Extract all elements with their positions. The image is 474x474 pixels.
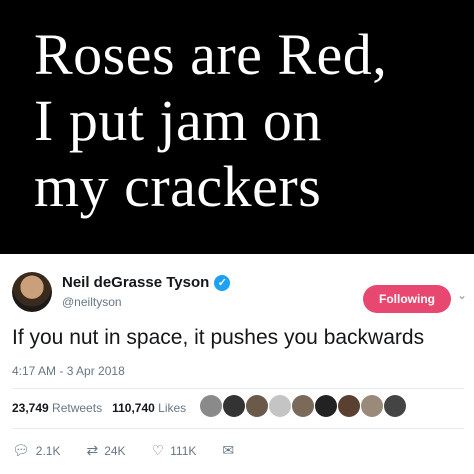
author-row: Neil deGrasse Tyson ✓ [62,274,231,291]
tweet-card: Neil deGrasse Tyson ✓ @neiltyson Followi… [0,254,474,474]
retweets-label[interactable]: Retweets [52,401,102,415]
like-button[interactable]: ♡ 111K [152,442,197,459]
envelope-icon: ✉ [222,442,235,458]
liker-avatar[interactable] [338,395,360,417]
heart-icon: ♡ [151,442,165,458]
meme-caption: Roses are Red, I put jam on my crackers [0,0,474,254]
author-name[interactable]: Neil deGrasse Tyson [62,274,209,291]
reply-button[interactable]: 💬︎ 2.1K [12,442,60,459]
tweet-stats: 23,749 Retweets 110,740 Likes [12,401,186,415]
caption-line-1: Roses are Red, [34,22,388,87]
liker-avatar[interactable] [361,395,383,417]
liker-avatar[interactable] [292,395,314,417]
retweet-count: 24K [104,443,126,458]
caption-line-3: my crackers [34,154,322,219]
author-handle[interactable]: @neiltyson [62,295,122,309]
liker-avatar[interactable] [246,395,268,417]
caption-line-2: I put jam on [34,88,322,153]
following-button[interactable]: Following [363,285,451,313]
likes-count[interactable]: 110,740 [112,401,155,415]
retweets-count[interactable]: 23,749 [12,401,49,415]
tweet-timestamp[interactable]: 4:17 AM - 3 Apr 2018 [12,364,125,378]
likes-label[interactable]: Likes [158,401,186,415]
divider [12,388,464,389]
reply-icon: 💬︎ [12,442,30,458]
liker-avatar[interactable] [384,395,406,417]
retweet-button[interactable]: ⇄ 24K [86,442,125,459]
reply-count: 2.1K [35,443,61,458]
retweet-icon: ⇄ [86,442,99,458]
liker-avatar[interactable] [223,395,245,417]
liker-avatar[interactable] [200,395,222,417]
liker-avatar[interactable] [315,395,337,417]
liker-avatars [200,395,407,417]
message-button[interactable]: ✉ [222,442,240,459]
divider [12,428,464,429]
chevron-down-icon[interactable]: ⌄ [457,288,467,302]
liker-avatar[interactable] [269,395,291,417]
verified-badge-icon: ✓ [214,274,231,291]
tweet-text: If you nut in space, it pushes you backw… [12,326,425,349]
tweet-actions: 💬︎ 2.1K ⇄ 24K ♡ 111K ✉ [12,442,242,459]
like-count: 111K [170,443,197,458]
avatar[interactable] [12,272,52,312]
